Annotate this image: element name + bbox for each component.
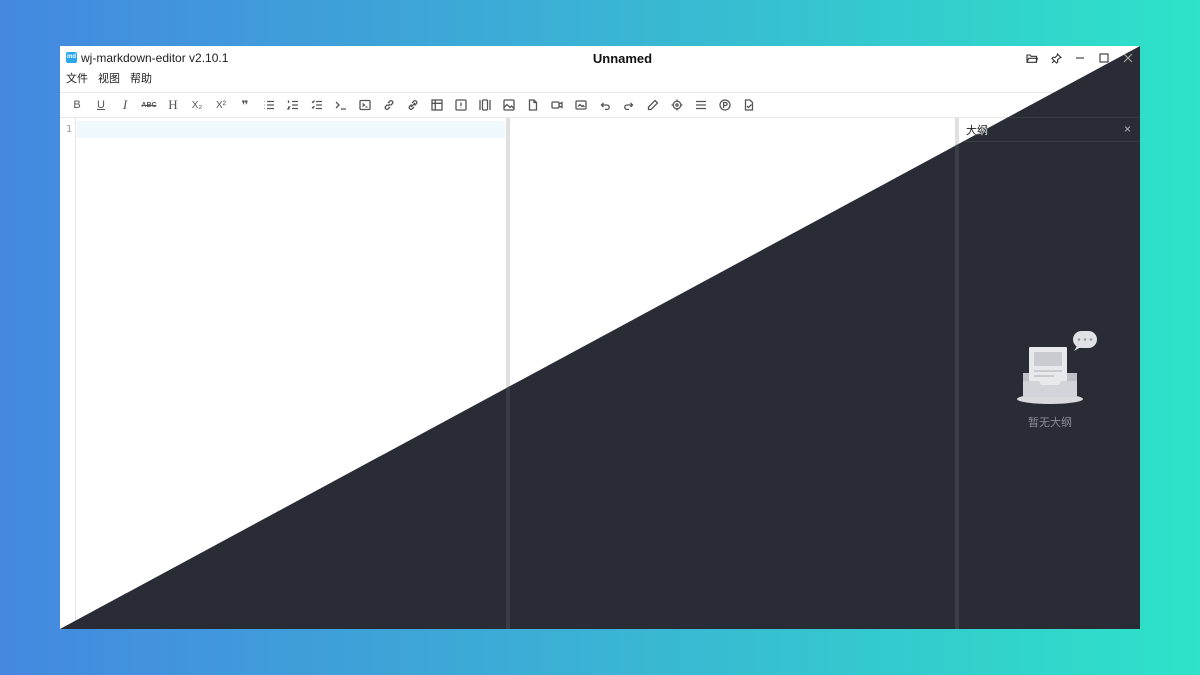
unlink-button[interactable] [401,94,425,116]
bold-button[interactable]: B [65,94,89,116]
unordered-list-button[interactable] [257,94,281,116]
menu-bar: 文件 视图 帮助 [60,70,162,90]
container-button[interactable] [473,94,497,116]
title-bar: md wj-markdown-editor v2.10.1 Unnamed [60,46,1140,70]
document-title: Unnamed [592,51,653,66]
pin-icon[interactable] [1044,46,1068,70]
undo-button[interactable] [593,94,617,116]
task-list-button[interactable] [305,94,329,116]
code-block-button[interactable] [353,94,377,116]
edit-button[interactable] [641,94,665,116]
minimize-icon[interactable] [1068,46,1092,70]
dark-outline-splitter [955,118,959,629]
underline-button[interactable]: U [89,94,113,116]
menu-file[interactable]: 文件 [66,70,88,90]
format-toolbar: B U I ABC H X₂ X² ❞ [60,92,1140,118]
menu-view[interactable]: 视图 [98,70,120,90]
line-number: 1 [66,124,73,135]
redo-button[interactable] [617,94,641,116]
video-button[interactable] [545,94,569,116]
heading-button[interactable]: H [161,94,185,116]
locate-button[interactable] [665,94,689,116]
quote-button[interactable]: ❞ [233,94,257,116]
superscript-button[interactable]: X² [209,94,233,116]
ordered-list-button[interactable] [281,94,305,116]
empty-outline-illustration [1015,331,1097,412]
line-gutter [60,118,76,629]
link-button[interactable] [377,94,401,116]
image-button[interactable] [497,94,521,116]
outline-button[interactable] [689,94,713,116]
italic-button[interactable]: I [113,94,137,116]
export-button[interactable] [737,94,761,116]
dark-outline-close-button[interactable]: × [1124,122,1131,136]
preview-button[interactable] [713,94,737,116]
file-button[interactable] [521,94,545,116]
table-button[interactable] [425,94,449,116]
empty-outline-text: 暂无大纲 [1028,417,1072,429]
strikethrough-button[interactable]: ABC [137,94,161,116]
screenshot-button[interactable] [569,94,593,116]
app-window: md wj-markdown-editor v2.10.1 Unnamed 文件… [60,46,1140,629]
active-line[interactable] [77,121,505,138]
folder-icon[interactable] [1020,46,1044,70]
menu-help[interactable]: 帮助 [130,70,152,90]
subscript-button[interactable]: X₂ [185,94,209,116]
alert-button[interactable] [449,94,473,116]
inline-code-button[interactable] [329,94,353,116]
